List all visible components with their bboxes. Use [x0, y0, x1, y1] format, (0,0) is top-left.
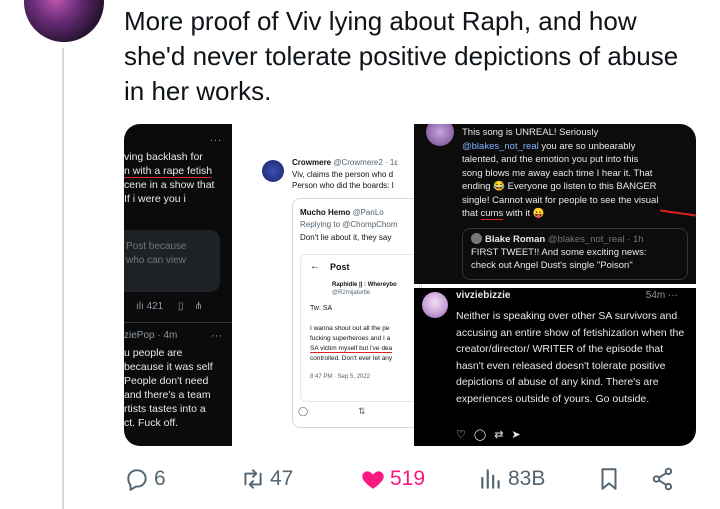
mention-link: @blakes_not_real	[462, 140, 539, 152]
more-icon: ···	[211, 330, 222, 342]
thread-line	[62, 48, 64, 509]
retweet-icon: ⇅	[358, 406, 366, 416]
bookmark-icon: ▯	[178, 301, 184, 312]
retweet-count: 47	[270, 467, 294, 490]
reply-count: 6	[154, 467, 166, 490]
blake-avatar	[471, 233, 482, 244]
more-icon: ...	[209, 132, 222, 144]
panel1-reply-line: because it was self	[124, 361, 213, 373]
panel2-replying: Replying to @ChompChom	[300, 220, 398, 229]
panel1-line: ving backlash for	[124, 151, 203, 163]
panel1-reply-line: u people are	[124, 347, 183, 359]
inner-time: 8:47 PM · Sep 5, 2022	[310, 374, 371, 380]
panel4-name: vivziebizzie	[456, 290, 511, 301]
panel1-reply-author: ziePop · 4m	[124, 330, 178, 341]
author-avatar[interactable]	[24, 0, 104, 42]
panel1-reply-line: and there's a team	[124, 389, 211, 401]
media-panel-3[interactable]: This song is UNREAL! Seriously @blakes_n…	[414, 124, 696, 284]
reply-icon	[127, 469, 147, 491]
panel4-actions: ♡ ◯ ⇄ ➤	[456, 428, 521, 441]
inner-tw: Tw: SA	[310, 305, 333, 312]
panel1-reply-line: People don't need	[124, 375, 209, 387]
inner-line: controlled. Don't ever let any	[310, 355, 393, 362]
inner-line: fucking superheroes and I a	[310, 335, 391, 342]
reply-button[interactable]: 6	[124, 466, 166, 492]
views-icon	[481, 469, 500, 489]
crowmere-avatar	[262, 160, 284, 182]
back-icon: ←	[310, 262, 320, 272]
retweet-icon	[244, 469, 262, 489]
views-button[interactable]: 83B	[478, 466, 545, 492]
views-count: 83B	[508, 467, 546, 490]
hidden-post-notice: Post because who can view	[124, 230, 220, 292]
tweet-text: More proof of Viv lying about Raph, and …	[124, 6, 679, 107]
like-button[interactable]: 519	[360, 466, 425, 492]
divider	[124, 322, 232, 323]
media-panel-1[interactable]: ... ving backlash for n with a rape feti…	[124, 124, 232, 446]
heart-filled-icon	[362, 471, 384, 489]
panel2-line: Viv, claims the person who d	[292, 170, 394, 179]
media-panel-2[interactable]: Crowmere @Crowmere2 · 1ε Viv, claims the…	[234, 124, 422, 446]
reply-icon: ◯	[298, 406, 309, 416]
views-icon: ılı	[136, 301, 144, 312]
panel1-line: cene in a show that	[124, 179, 215, 191]
like-count: 519	[390, 467, 426, 490]
panel3-avatar	[426, 124, 454, 146]
panel1-line: If i were you i	[124, 193, 186, 205]
share-icon	[652, 467, 673, 491]
panel3-post-text: This song is UNREAL! Seriously @blakes_n…	[462, 127, 659, 220]
panel2-reply-text: Don't lie about it, they say	[300, 233, 392, 242]
inner-line: I wanna shout out all the pe	[310, 325, 390, 332]
panel4-post-text: Neither is speaking over other SA surviv…	[456, 310, 685, 405]
panel2-reply-name: Mucho Hemo @PanLo	[300, 208, 384, 217]
quoted-tweet: Blake Roman @blakes_not_real · 1h FIRST …	[462, 228, 688, 280]
retweet-button[interactable]: 47	[240, 466, 293, 492]
share-icon: ⋔	[194, 301, 203, 312]
panel2-name: Crowmere @Crowmere2 · 1ε	[292, 158, 398, 167]
inner-line: SA victim myself but i've dea	[310, 345, 393, 353]
panel1-reply-line: rtists tastes into a	[124, 403, 206, 415]
comment-icon: ◯	[473, 429, 487, 441]
bookmark-button[interactable]	[596, 466, 622, 492]
repost-icon: ⇄	[494, 429, 504, 441]
media-panel-4[interactable]: vivziebizzie 54m ··· Neither is speaking…	[414, 288, 696, 446]
panel2-line: Person who did the boards: I	[292, 181, 394, 190]
post-label: Post	[330, 262, 350, 272]
bookmark-icon	[601, 468, 617, 490]
tweet-media-grid[interactable]: ... ving backlash for n with a rape feti…	[124, 124, 696, 446]
share-button[interactable]	[650, 466, 676, 492]
panel1-stats: ılı 421 ▯ ⋔	[136, 301, 203, 312]
panel4-time: 54m ···	[645, 290, 678, 301]
panel1-reply-line: ct. Fuck off.	[124, 417, 179, 429]
vivzie-avatar	[422, 292, 448, 318]
send-icon: ➤	[511, 429, 521, 441]
inner-handle: @R2mijaturtle	[332, 290, 371, 296]
panel1-line: n with a rape fetish	[124, 165, 213, 178]
heart-outline-icon: ♡	[456, 429, 466, 441]
